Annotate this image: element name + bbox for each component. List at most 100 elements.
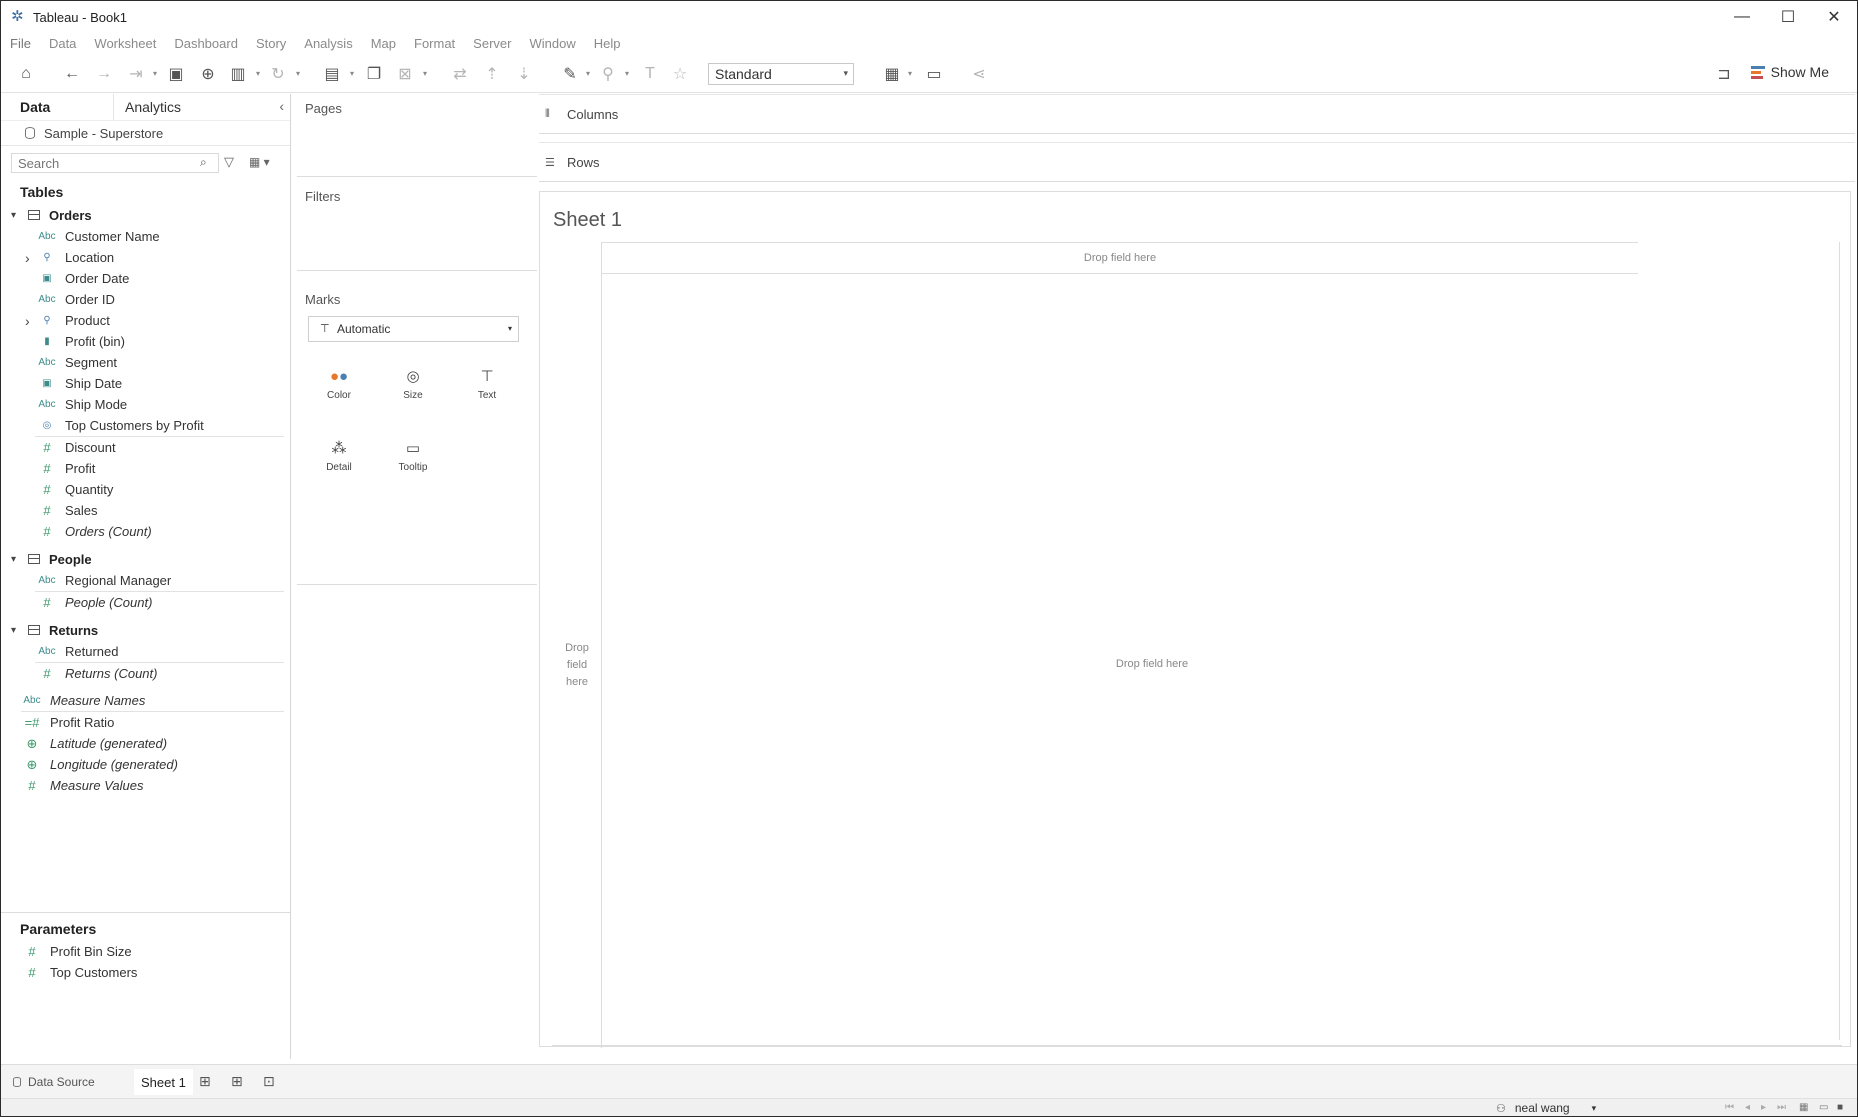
menu-help[interactable]: Help bbox=[585, 36, 630, 51]
highlight-icon[interactable]: ✎ bbox=[557, 62, 583, 86]
swap-rows-columns-icon[interactable]: ⇄ bbox=[447, 62, 473, 86]
last-sheet-icon[interactable]: ⏭ bbox=[1777, 1102, 1786, 1113]
tooltip-button[interactable]: ▭ Tooltip bbox=[381, 426, 445, 486]
rows-shelf[interactable]: ☰ Rows bbox=[539, 142, 1855, 182]
minimize-icon[interactable]: — bbox=[1719, 1, 1765, 33]
chevron-down-icon[interactable]: ▾ bbox=[11, 554, 16, 565]
menu-window[interactable]: Window bbox=[520, 36, 584, 51]
fix-axes-icon[interactable]: ☆ bbox=[667, 62, 693, 86]
field-item[interactable]: Abc Returned bbox=[1, 641, 290, 662]
chevron-down-icon[interactable]: ▾ bbox=[296, 69, 300, 78]
sort-descending-icon[interactable]: ⇣ bbox=[511, 62, 537, 86]
sheet-title[interactable]: Sheet 1 bbox=[553, 209, 622, 232]
field-item[interactable]: Abc Ship Mode bbox=[1, 394, 290, 415]
sheet-tab[interactable]: Sheet 1 bbox=[134, 1069, 193, 1095]
show-me-button[interactable]: Show Me bbox=[1750, 64, 1829, 80]
menu-data[interactable]: Data bbox=[40, 36, 85, 51]
prev-sheet-icon[interactable]: ◂ bbox=[1745, 1102, 1750, 1113]
chevron-down-icon[interactable]: ▾ bbox=[11, 625, 16, 636]
menu-map[interactable]: Map bbox=[362, 36, 405, 51]
redo-icon[interactable]: → bbox=[91, 62, 117, 86]
field-item[interactable]: # Discount bbox=[1, 437, 290, 458]
view-options-icon[interactable]: ▦ ▾ bbox=[249, 155, 270, 169]
chevron-down-icon[interactable]: ▾ bbox=[153, 69, 157, 78]
menu-worksheet[interactable]: Worksheet bbox=[85, 36, 165, 51]
field-item[interactable]: Abc Segment bbox=[1, 352, 290, 373]
columns-shelf[interactable]: ⦀ Columns bbox=[539, 94, 1855, 134]
save-icon[interactable]: ▣ bbox=[163, 62, 189, 86]
column-drop-zone[interactable]: Drop field here bbox=[602, 242, 1638, 274]
field-item[interactable]: # Quantity bbox=[1, 479, 290, 500]
menu-dashboard[interactable]: Dashboard bbox=[165, 36, 247, 51]
field-item[interactable]: # Sales bbox=[1, 500, 290, 521]
chevron-down-icon[interactable]: ▾ bbox=[11, 210, 16, 221]
chevron-right-icon[interactable]: › bbox=[25, 250, 30, 266]
text-button[interactable]: ⊤ Text bbox=[455, 354, 519, 414]
sheet-sorter-icon[interactable]: ▦ bbox=[1799, 1102, 1808, 1113]
field-item[interactable]: › ⚲ Location bbox=[1, 247, 290, 268]
field-item[interactable]: Abc Customer Name bbox=[1, 226, 290, 247]
filmstrip-icon[interactable]: ▭ bbox=[1819, 1102, 1828, 1113]
new-worksheet-icon[interactable]: ⊞ bbox=[199, 1073, 211, 1090]
ask-data-icon[interactable]: ⊐ bbox=[1711, 62, 1737, 86]
field-item[interactable]: # Returns (Count) bbox=[1, 663, 290, 684]
chevron-down-icon[interactable]: ▾ bbox=[908, 69, 912, 78]
group-members-icon[interactable]: ⚲ bbox=[595, 62, 621, 86]
new-datasource-icon[interactable]: ⊕ bbox=[195, 62, 221, 86]
chevron-down-icon[interactable]: ▾ bbox=[256, 69, 260, 78]
menu-story[interactable]: Story bbox=[247, 36, 295, 51]
menu-file[interactable]: File bbox=[1, 36, 40, 51]
field-item[interactable]: # Measure Values bbox=[1, 775, 290, 796]
tab-data[interactable]: Data bbox=[20, 99, 50, 115]
filter-icon[interactable]: ▽ bbox=[224, 154, 234, 170]
detail-button[interactable]: ⁂ Detail bbox=[307, 426, 371, 486]
refresh-icon[interactable]: ↻ bbox=[265, 62, 291, 86]
field-item[interactable]: # People (Count) bbox=[1, 592, 290, 613]
mark-type-select[interactable]: ⊤ Automatic ▾ bbox=[308, 316, 519, 342]
undo-icon[interactable]: ← bbox=[59, 62, 85, 86]
data-source-tab[interactable]: Data Source bbox=[13, 1075, 95, 1089]
field-item[interactable]: ▮ Profit (bin) bbox=[1, 331, 290, 352]
field-item[interactable]: ▣ Ship Date bbox=[1, 373, 290, 394]
tabs-icon[interactable]: ■ bbox=[1837, 1102, 1843, 1113]
field-item[interactable]: =# Profit Ratio bbox=[1, 712, 290, 733]
duplicate-sheet-icon[interactable]: ❐ bbox=[361, 62, 387, 86]
home-icon[interactable]: ⌂ bbox=[13, 62, 39, 86]
color-button[interactable]: ●● Color bbox=[307, 354, 371, 414]
size-button[interactable]: ◎ Size bbox=[381, 354, 445, 414]
table-returns[interactable]: ▾ Returns bbox=[1, 619, 290, 641]
chevron-down-icon[interactable]: ▾ bbox=[350, 69, 354, 78]
field-item[interactable]: Abc Regional Manager bbox=[1, 570, 290, 591]
new-story-icon[interactable]: ⊡ bbox=[263, 1073, 275, 1090]
field-item[interactable]: Abc Measure Names bbox=[1, 690, 290, 711]
parameter-item[interactable]: # Profit Bin Size bbox=[1, 941, 290, 962]
sort-ascending-icon[interactable]: ⇡ bbox=[479, 62, 505, 86]
table-people[interactable]: ▾ People bbox=[1, 548, 290, 570]
chevron-down-icon[interactable]: ▾ bbox=[423, 69, 427, 78]
field-item[interactable]: Abc Order ID bbox=[1, 289, 290, 310]
first-sheet-icon[interactable]: ⏮ bbox=[1725, 1102, 1734, 1113]
field-item[interactable]: ⊕ Latitude (generated) bbox=[1, 733, 290, 754]
field-item[interactable]: ◎ Top Customers by Profit bbox=[1, 415, 290, 436]
field-item[interactable]: › ⚲ Product bbox=[1, 310, 290, 331]
new-dashboard-icon[interactable]: ⊞ bbox=[231, 1073, 243, 1090]
presentation-mode-icon[interactable]: ▭ bbox=[921, 62, 947, 86]
body-drop-hint[interactable]: Drop field here bbox=[602, 658, 1702, 670]
collapse-pane-icon[interactable]: ‹ bbox=[279, 98, 284, 114]
show-cards-icon[interactable]: ▦ bbox=[879, 62, 905, 86]
new-worksheet-icon[interactable]: ▤ bbox=[319, 62, 345, 86]
next-sheet-icon[interactable]: ▸ bbox=[1761, 1102, 1766, 1113]
maximize-icon[interactable]: ☐ bbox=[1765, 1, 1811, 33]
user-menu[interactable]: ⚇ neal wang ▾ bbox=[1496, 1101, 1596, 1115]
swap-icon[interactable]: ⇥ bbox=[123, 62, 149, 86]
clear-sheet-icon[interactable]: ⊠ bbox=[392, 62, 418, 86]
parameter-item[interactable]: # Top Customers bbox=[1, 962, 290, 983]
show-mark-labels-icon[interactable]: T bbox=[637, 62, 663, 86]
fit-select[interactable]: Standard ▾ bbox=[708, 63, 854, 85]
table-orders[interactable]: ▾ Orders bbox=[1, 204, 290, 226]
pause-updates-icon[interactable]: ▥ bbox=[225, 62, 251, 86]
chevron-down-icon[interactable]: ▾ bbox=[625, 69, 629, 78]
field-item[interactable]: ⊕ Longitude (generated) bbox=[1, 754, 290, 775]
field-item[interactable]: # Orders (Count) bbox=[1, 521, 290, 542]
menu-format[interactable]: Format bbox=[405, 36, 464, 51]
